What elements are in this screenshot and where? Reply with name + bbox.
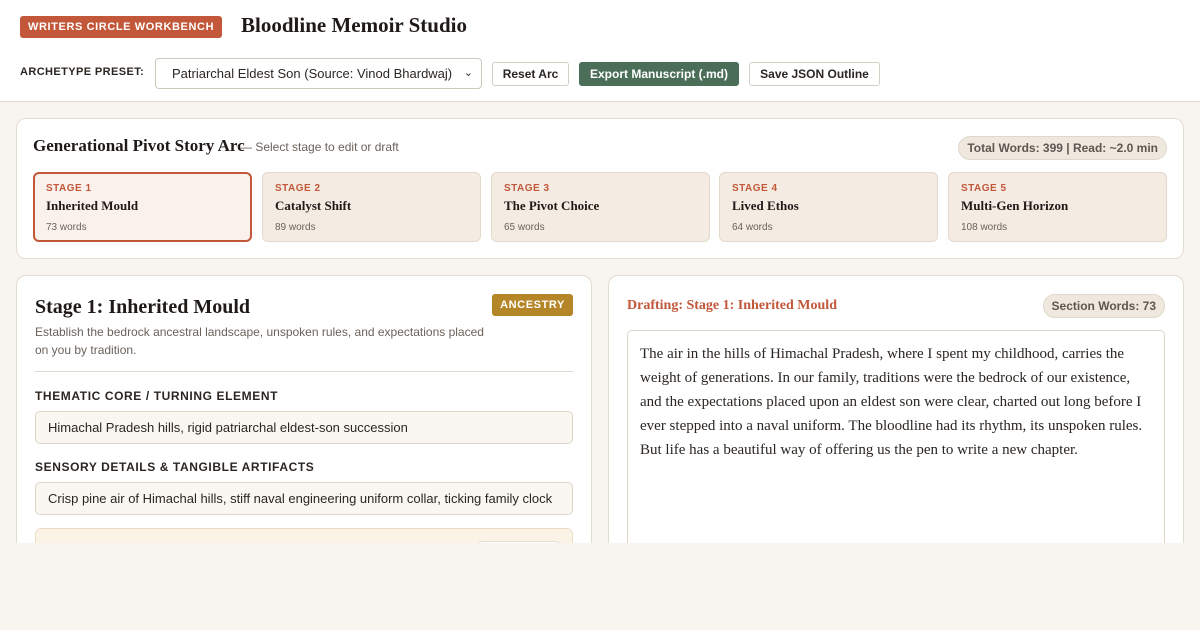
stage-card-3[interactable]: STAGE 3 The Pivot Choice 65 words [491, 172, 710, 242]
story-arc-card: Generational Pivot Story Arc — Select st… [16, 118, 1184, 259]
save-json-outline-button[interactable]: Save JSON Outline [749, 62, 880, 86]
export-manuscript-button[interactable]: Export Manuscript (.md) [579, 62, 739, 86]
stage-number: STAGE 5 [961, 183, 1007, 194]
arc-subtitle: — Select stage to edit or draft [240, 140, 399, 154]
prompt-box [35, 528, 573, 543]
thematic-core-label: THEMATIC CORE / TURNING ELEMENT [35, 389, 279, 403]
archetype-preset-label: ARCHETYPE PRESET: [20, 66, 145, 78]
sensory-details-label: SENSORY DETAILS & TANGIBLE ARTIFACTS [35, 460, 315, 474]
stage-name: The Pivot Choice [504, 198, 600, 213]
archetype-preset-select[interactable]: Patriarchal Eldest Son (Source: Vinod Bh… [155, 58, 482, 89]
sensory-details-input[interactable]: Crisp pine air of Himachal hills, stiff … [35, 482, 573, 515]
stage-card-2[interactable]: STAGE 2 Catalyst Shift 89 words [262, 172, 481, 242]
stage-number: STAGE 4 [732, 183, 778, 194]
arc-title: Generational Pivot Story Arc [33, 136, 245, 155]
stage-number: STAGE 1 [46, 183, 92, 194]
brand-badge: WRITERS CIRCLE WORKBENCH [20, 16, 223, 38]
stage-card-1[interactable]: STAGE 1 Inherited Mould 73 words [33, 172, 252, 242]
archetype-preset-value: Patriarchal Eldest Son (Source: Vinod Bh… [172, 66, 453, 81]
stage-name: Inherited Mould [46, 198, 139, 213]
thematic-core-input[interactable]: Himachal Pradesh hills, rigid patriarcha… [35, 411, 573, 444]
stage-editor-title: Stage 1: Inherited Mould [35, 296, 250, 318]
stage-word-count: 64 words [732, 222, 773, 233]
stage-name: Lived Ethos [732, 198, 799, 213]
prompt-box-button[interactable] [478, 541, 560, 543]
section-words-badge: Section Words: 73 [1042, 294, 1165, 318]
stage-word-count: 65 words [504, 222, 545, 233]
total-words-badge: Total Words: 399 | Read: ~2.0 min [958, 136, 1167, 160]
stage-description: Establish the bedrock ancestral landscap… [35, 325, 484, 357]
lower-panels: Stage 1: Inherited Mould ANCESTRY Establ… [0, 275, 1200, 543]
stage-editor-card: Stage 1: Inherited Mould ANCESTRY Establ… [16, 275, 592, 543]
stage-word-count: 73 words [46, 222, 87, 233]
chevron-down-icon: ⌄ [463, 67, 473, 79]
top-bar: WRITERS CIRCLE WORKBENCH Bloodline Memoi… [0, 0, 1200, 102]
reset-arc-button[interactable]: Reset Arc [492, 62, 569, 86]
app-title: Bloodline Memoir Studio [241, 13, 467, 37]
stage-word-count: 108 words [961, 222, 1008, 233]
stage-word-count: 89 words [275, 222, 316, 233]
stage-number: STAGE 3 [504, 183, 550, 194]
stage-card-4[interactable]: STAGE 4 Lived Ethos 64 words [719, 172, 938, 242]
stage-number: STAGE 2 [275, 183, 321, 194]
drafting-title: Drafting: Stage 1: Inherited Mould [627, 298, 837, 313]
stage-name: Multi-Gen Horizon [961, 198, 1069, 213]
drafting-card: Drafting: Stage 1: Inherited Mould Secti… [608, 275, 1184, 543]
divider [35, 371, 573, 372]
ancestry-badge: ANCESTRY [492, 294, 573, 316]
stage-card-5[interactable]: STAGE 5 Multi-Gen Horizon 108 words [948, 172, 1167, 242]
stage-name: Catalyst Shift [275, 198, 352, 213]
draft-textarea[interactable]: The air in the hills of Himachal Pradesh… [627, 330, 1165, 543]
